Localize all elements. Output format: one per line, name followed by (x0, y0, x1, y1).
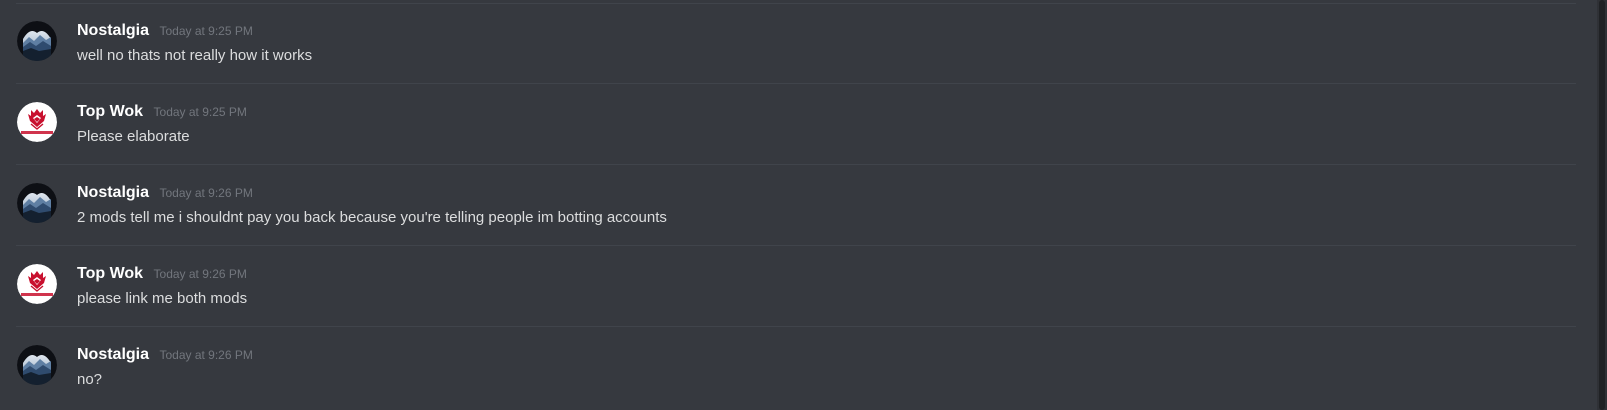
username[interactable]: Nostalgia (77, 346, 149, 363)
avatar[interactable] (17, 183, 57, 223)
timestamp: Today at 9:26 PM (159, 348, 253, 362)
message-text: well no thats not really how it works (77, 47, 313, 64)
username[interactable]: Nostalgia (77, 22, 149, 39)
message-text: Please elaborate (77, 128, 190, 145)
mountain-avatar-icon (17, 345, 57, 385)
scrollbar-thumb[interactable] (1599, 0, 1605, 410)
message-header: Nostalgia Today at 9:26 PM (77, 346, 253, 364)
timestamp: Today at 9:25 PM (153, 105, 247, 119)
message-text: 2 mods tell me i shouldnt pay you back b… (77, 209, 667, 226)
message-text: no? (77, 371, 103, 388)
mountain-avatar-icon (17, 21, 57, 61)
timestamp: Today at 9:26 PM (153, 267, 247, 281)
avatar[interactable] (17, 264, 57, 304)
timestamp: Today at 9:26 PM (159, 186, 253, 200)
message-header: Top Wok Today at 9:25 PM (77, 103, 247, 121)
message-header: Top Wok Today at 9:26 PM (77, 265, 247, 283)
avatar[interactable] (17, 21, 57, 61)
avatar[interactable] (17, 102, 57, 142)
message-item[interactable]: Nostalgia Today at 9:26 PM 2 mods tell m… (0, 165, 1576, 246)
message-header: Nostalgia Today at 9:25 PM (77, 22, 253, 40)
red-crest-avatar-icon (17, 264, 57, 304)
message-text: please link me both mods (77, 290, 248, 307)
username[interactable]: Top Wok (77, 103, 143, 120)
red-crest-avatar-icon (17, 102, 57, 142)
avatar[interactable] (17, 345, 57, 385)
message-list: Nostalgia Today at 9:25 PM well no thats… (0, 0, 1576, 410)
scrollbar[interactable] (1597, 0, 1607, 410)
username[interactable]: Nostalgia (77, 184, 149, 201)
username[interactable]: Top Wok (77, 265, 143, 282)
timestamp: Today at 9:25 PM (159, 24, 253, 38)
message-item[interactable]: Nostalgia Today at 9:26 PM no? (0, 327, 1576, 408)
mountain-avatar-icon (17, 183, 57, 223)
message-item[interactable]: Top Wok Today at 9:25 PM Please elaborat… (0, 84, 1576, 165)
message-item[interactable]: Top Wok Today at 9:26 PM please link me … (0, 246, 1576, 327)
message-header: Nostalgia Today at 9:26 PM (77, 184, 253, 202)
message-item[interactable]: Nostalgia Today at 9:25 PM well no thats… (0, 3, 1576, 84)
